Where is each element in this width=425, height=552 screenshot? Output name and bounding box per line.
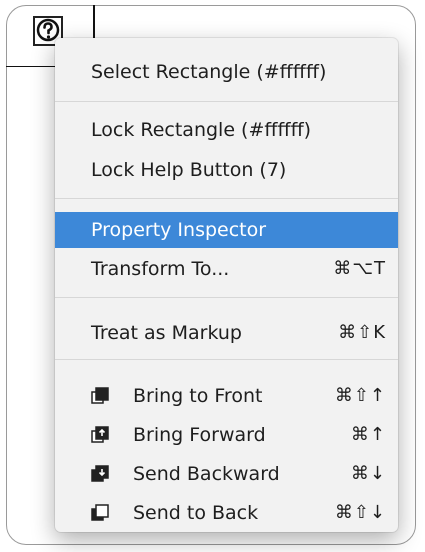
- menu-item-shortcut: ⌘↓: [350, 463, 386, 484]
- menu-item-label: Bring to Front: [133, 385, 263, 407]
- menu-item-label: Lock Help Button (7): [91, 159, 287, 181]
- menu-item-shortcut: ⌘↑: [350, 424, 386, 445]
- menu-item-shortcut: ⌘⇧↓: [334, 502, 386, 523]
- menu-item-label: Send to Back: [133, 502, 259, 524]
- context-menu: Select Rectangle (#ffffff) Lock Rectangl…: [55, 38, 398, 532]
- menu-separator: [55, 297, 398, 298]
- menu-separator: [55, 198, 398, 199]
- menu-item-shortcut: ⌘⇧↑: [334, 385, 386, 406]
- menu-item-label: Treat as Markup: [91, 322, 242, 344]
- menu-item-transform-to[interactable]: Transform To... ⌘⌥T: [55, 251, 398, 287]
- menu-item-label: Send Backward: [133, 463, 280, 485]
- send-to-back-icon: [91, 504, 109, 521]
- menu-item-label: Bring Forward: [133, 424, 266, 446]
- send-backward-icon: [91, 465, 109, 482]
- menu-item-shortcut: ⌘⇧K: [338, 322, 386, 343]
- menu-item-label: Transform To...: [91, 258, 230, 280]
- menu-item-select-rectangle[interactable]: Select Rectangle (#ffffff): [55, 54, 398, 90]
- menu-item-property-inspector[interactable]: Property Inspector: [55, 212, 398, 248]
- menu-item-shortcut: ⌘⌥T: [333, 258, 386, 279]
- menu-item-lock-rectangle[interactable]: Lock Rectangle (#ffffff): [55, 112, 398, 148]
- menu-item-label: Property Inspector: [91, 219, 267, 241]
- menu-separator: [55, 101, 398, 102]
- menu-item-lock-help-button[interactable]: Lock Help Button (7): [55, 152, 398, 188]
- bring-to-front-icon: [91, 387, 109, 404]
- menu-item-bring-forward[interactable]: Bring Forward ⌘↑: [55, 417, 398, 453]
- menu-item-send-to-back[interactable]: Send to Back ⌘⇧↓: [55, 495, 398, 531]
- menu-item-send-backward[interactable]: Send Backward ⌘↓: [55, 456, 398, 492]
- bring-forward-icon: [91, 426, 109, 443]
- menu-item-label: Select Rectangle (#ffffff): [91, 61, 327, 83]
- menu-separator: [55, 359, 398, 360]
- menu-item-label: Lock Rectangle (#ffffff): [91, 119, 312, 141]
- menu-item-bring-to-front[interactable]: Bring to Front ⌘⇧↑: [55, 378, 398, 414]
- menu-item-treat-as-markup[interactable]: Treat as Markup ⌘⇧K: [55, 315, 398, 351]
